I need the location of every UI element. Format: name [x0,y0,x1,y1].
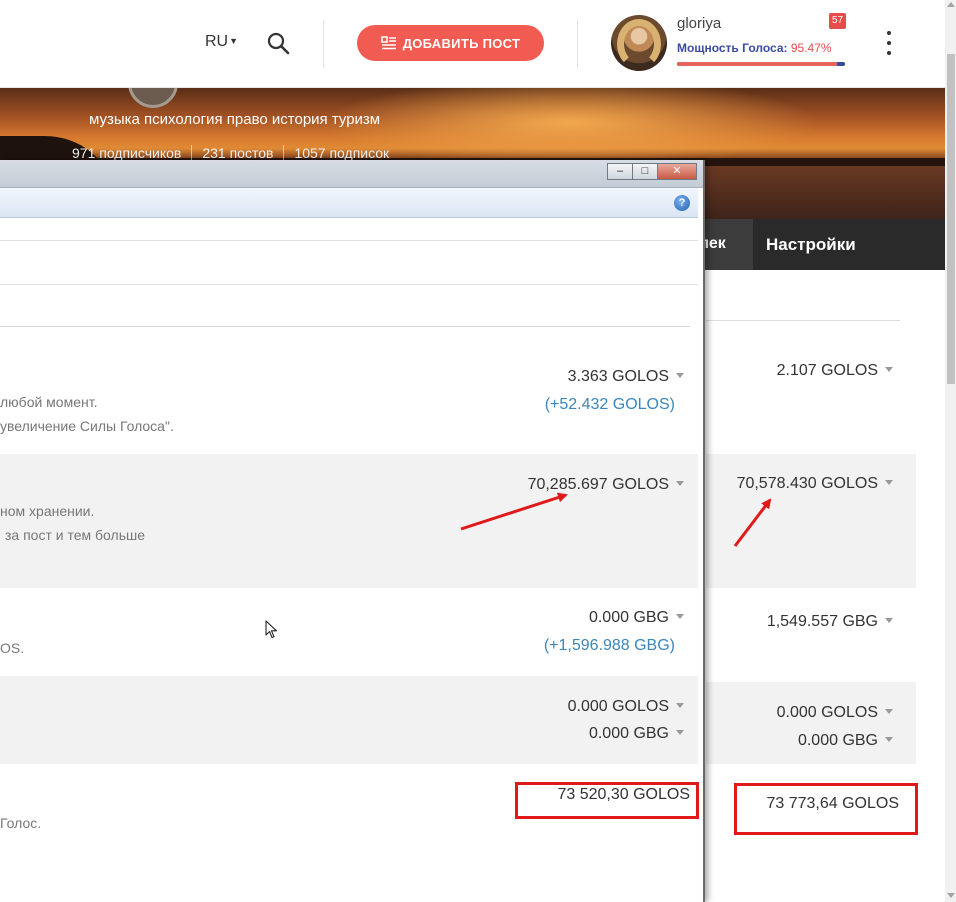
caret-down-icon [885,480,893,485]
caret-down-icon [676,481,684,486]
caret-down-icon: ▼ [229,36,239,46]
add-post-button[interactable]: ДОБАВИТЬ ПОСТ [357,25,544,61]
window-toolbar: ? [0,188,698,218]
tab-settings[interactable]: Настройки [753,219,945,270]
caret-down-icon [676,703,684,708]
search-icon[interactable] [266,31,290,55]
profile-interests: музыка психология право история туризм [89,111,381,128]
savings-gbg-balance[interactable]: 0.000 GBG [589,725,684,743]
golos-power-balance[interactable]: 70,285.697 GOLOS [528,476,684,494]
gbg-description: OS. [0,640,25,656]
voting-power-fill [677,62,838,66]
caret-down-icon [676,373,684,378]
savings-golos-balance[interactable]: 0.000 GOLOS [568,698,684,716]
savings-gbg-balance[interactable]: 0.000 GBG [798,732,893,750]
caret-down-icon [676,730,684,735]
header-divider [323,20,324,68]
annotation-box [734,783,918,835]
page: RU▼ ДОБАВИТЬ ПОСТ gloriya 57 Мощность Го… [0,0,956,902]
posts-count[interactable]: 231 постов [191,145,283,161]
voting-power-value: 95.47% [790,41,832,55]
language-selector[interactable]: RU▼ [205,33,238,51]
voting-power: Мощность Голоса: 95.47% [677,41,832,55]
post-list-icon [380,36,396,50]
savings-golos-balance[interactable]: 0.000 GOLOS [777,704,893,722]
gbg-balance[interactable]: 0.000 GBG [589,609,684,627]
close-button[interactable]: ✕ [657,163,697,180]
user-avatar[interactable] [611,15,667,71]
golos-balance[interactable]: 3.363 GOLOS [568,368,684,386]
golos-balance[interactable]: 2.107 GOLOS [777,362,893,380]
golos-power-description: за пост и тем больше [5,527,146,543]
scroll-up-icon[interactable] [947,2,955,7]
following-count[interactable]: 1057 подписок [283,145,399,161]
add-post-label: ДОБАВИТЬ ПОСТ [402,35,521,51]
golos-description: любой момент. [0,394,98,410]
language-label: RU [205,33,229,50]
maximize-button[interactable]: □ [632,163,658,180]
caret-down-icon [885,367,893,372]
annotation-box [515,782,699,819]
voting-power-bar [677,62,845,66]
caret-down-icon [885,709,893,714]
gbg-balance[interactable]: 1,549.557 GBG [767,613,893,631]
mouse-cursor-icon [265,620,278,639]
followers-count[interactable]: 971 подписчиков [72,145,191,161]
scroll-down-icon[interactable] [947,893,955,898]
profile-avatar [128,88,178,108]
golos-delta: (+52.432 GOLOS) [544,396,675,413]
header-divider [577,20,578,68]
username[interactable]: gloriya [677,15,721,32]
caret-down-icon [885,618,893,623]
caret-down-icon [885,737,893,742]
golos-description: увеличение Силы Голоса". [0,418,174,434]
golos-power-balance[interactable]: 70,578.430 GOLOS [737,475,893,493]
help-icon[interactable]: ? [674,195,690,211]
golos-power-description: ном хранении. [0,503,95,519]
profile-stats: 971 подписчиков 231 постов 1057 подписок [72,145,399,161]
wallet-row-bg [706,682,916,764]
voting-power-label: Мощность Голоса: [677,41,788,55]
window-titlebar[interactable]: – □ ✕ [0,160,703,188]
wallet-divider [706,320,900,321]
top-header: RU▼ ДОБАВИТЬ ПОСТ gloriya 57 Мощность Го… [0,0,945,88]
minimize-button[interactable]: – [607,163,633,180]
kebab-menu-icon[interactable] [885,31,893,55]
page-scrollbar[interactable] [945,0,956,902]
caret-down-icon [676,614,684,619]
gbg-delta: (+1,596.988 GBG) [543,637,675,654]
total-description: Голос. [0,815,42,831]
notification-badge[interactable]: 57 [829,13,846,29]
scroll-thumb[interactable] [947,54,955,384]
